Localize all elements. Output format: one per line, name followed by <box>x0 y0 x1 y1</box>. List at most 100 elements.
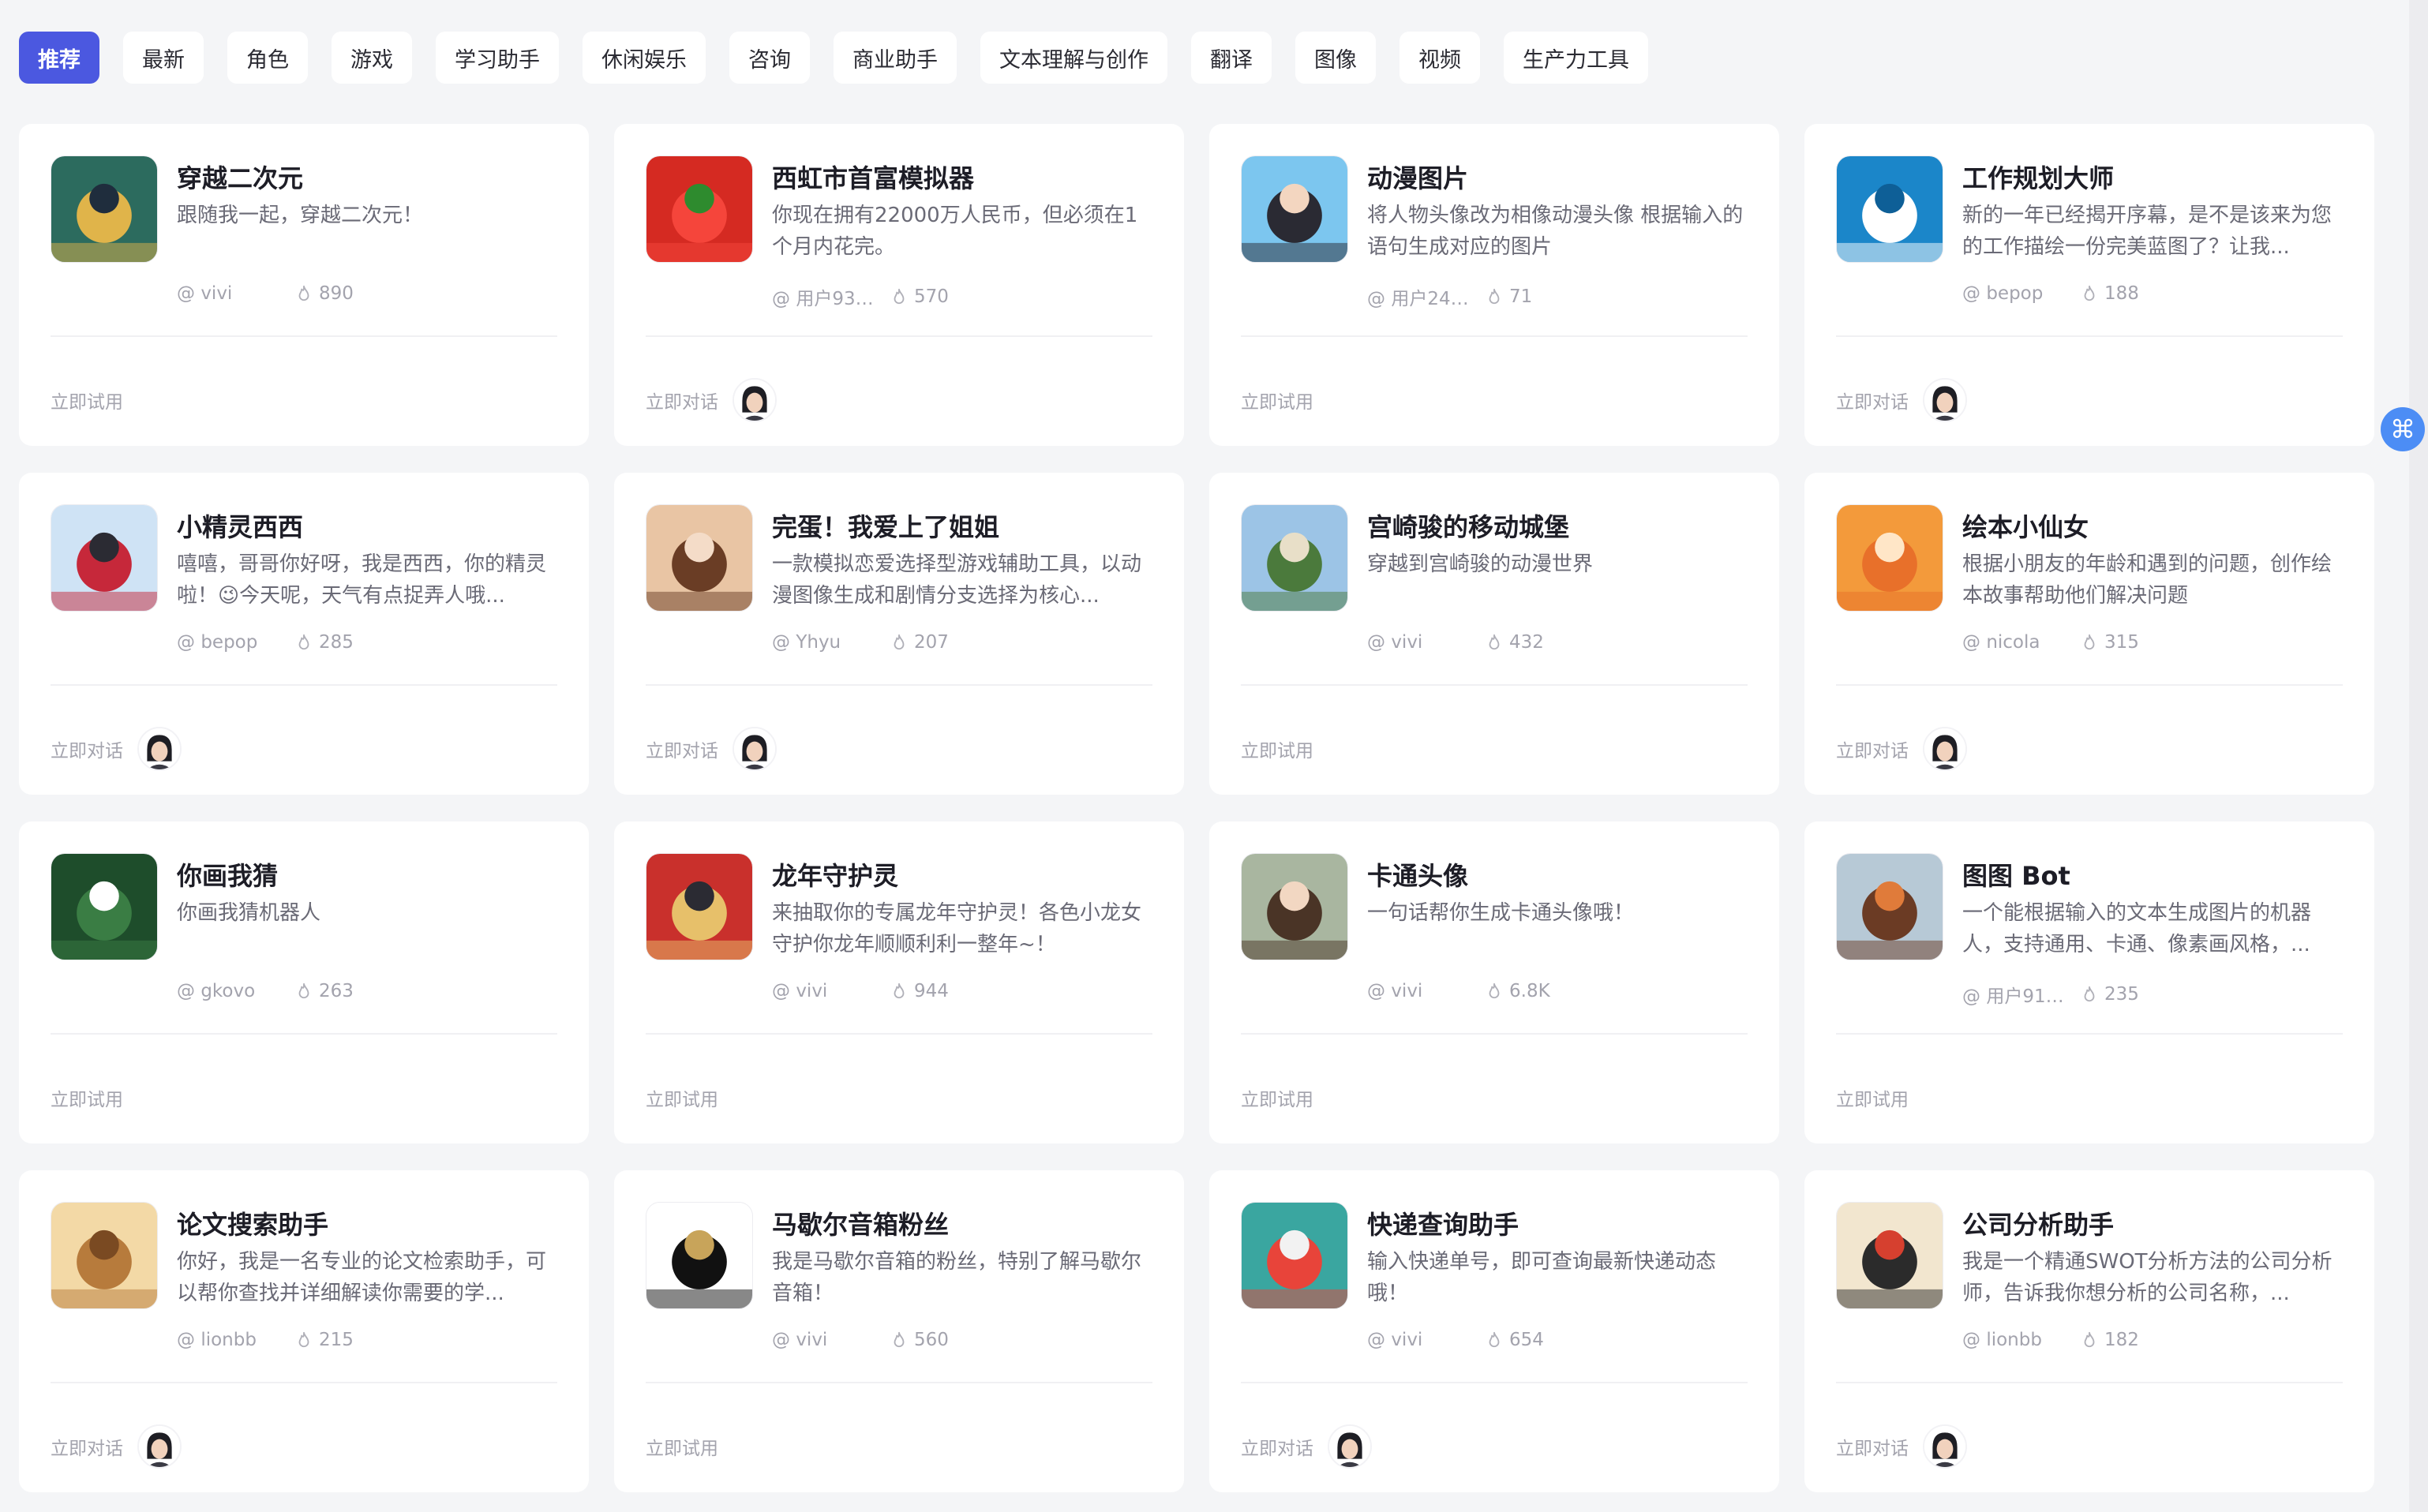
bot-title: 西虹市首富模拟器 <box>772 163 975 193</box>
card-footer: 立即试用 <box>1241 725 1313 773</box>
author-name: vivi <box>1391 632 1423 653</box>
planner-avatar <box>1836 155 1943 263</box>
bot-card[interactable]: 完蛋！我爱上了姐姐 一款模拟恋爱选择型游戏辅助工具，以动漫图像生成和剧情分支选择为… <box>614 473 1184 795</box>
tomato-avatar <box>646 155 753 263</box>
try-button[interactable]: 立即试用 <box>646 1084 718 1111</box>
try-button[interactable]: 立即对话 <box>646 735 718 762</box>
card-divider <box>1241 1033 1748 1035</box>
try-button[interactable]: 立即试用 <box>51 387 123 414</box>
command-shortcut-button[interactable]: ⌘ <box>2381 407 2425 451</box>
tab-5[interactable]: 休闲娱乐 <box>583 32 706 84</box>
bot-title: 小精灵西西 <box>177 512 304 542</box>
bot-description: 根据小朋友的年龄和遇到的问题，创作绘本故事帮助他们解决问题 <box>1962 552 2332 608</box>
try-button[interactable]: 立即对话 <box>1836 387 1909 414</box>
flame-icon <box>1486 982 1509 1000</box>
author-name: nicola <box>1986 632 2040 653</box>
bot-meta: @ lionbb 215 <box>177 1330 354 1350</box>
bot-description: 你现在拥有22000万人民币，但必须在1个月内花完。 <box>772 204 1138 259</box>
bot-card[interactable]: 穿越二次元 跟随我一起，穿越二次元！ @ vivi 890 立即试用 <box>19 124 589 446</box>
tab-10[interactable]: 图像 <box>1295 32 1376 84</box>
try-button[interactable]: 立即对话 <box>646 387 718 414</box>
popularity-count: 235 <box>2104 984 2139 1005</box>
try-button[interactable]: 立即试用 <box>1241 387 1313 414</box>
try-button[interactable]: 立即对话 <box>51 735 123 762</box>
tab-12[interactable]: 生产力工具 <box>1504 32 1648 84</box>
bot-card[interactable]: 动漫图片 将人物头像改为相像动漫头像 根据输入的语句生成对应的图片 @ 用户247.… <box>1209 124 1779 446</box>
card-divider <box>1241 335 1748 337</box>
flame-icon <box>890 982 914 1000</box>
bot-card[interactable]: 宫崎骏的移动城堡 穿越到宫崎骏的动漫世界 @ vivi 432 立即试用 <box>1209 473 1779 795</box>
creator-avatar <box>1923 1424 1967 1469</box>
bot-title: 绘本小仙女 <box>1962 512 2089 542</box>
bot-description: 你画我猜机器人 <box>177 901 321 925</box>
tab-2[interactable]: 角色 <box>227 32 308 84</box>
try-button[interactable]: 立即对话 <box>1836 735 1909 762</box>
author-name: vivi <box>200 283 233 304</box>
bot-card[interactable]: 你画我猜 你画我猜机器人 @ gkovo 263 立即试用 <box>19 821 589 1143</box>
card-footer: 立即试用 <box>1836 1074 1909 1121</box>
bot-card[interactable]: 论文搜索助手 你好，我是一名专业的论文检索助手，可以帮你查找并详细解读你需要的学.… <box>19 1170 589 1492</box>
page-scrollbar[interactable] <box>2409 0 2428 1512</box>
popularity: 182 <box>2081 1330 2139 1350</box>
book-avatar <box>51 1202 158 1309</box>
try-button[interactable]: 立即试用 <box>1836 1084 1909 1111</box>
bot-card[interactable]: 卡通头像一句话帮你生成卡通头像哦！ @ vivi 6.8K 立即试用 <box>1209 821 1779 1143</box>
tab-7[interactable]: 商业助手 <box>834 32 957 84</box>
flame-icon <box>890 1331 914 1349</box>
card-footer: 立即试用 <box>51 1074 123 1121</box>
card-footer: 立即试用 <box>646 1074 718 1121</box>
author-name: bepop <box>1986 283 2044 304</box>
try-button[interactable]: 立即对话 <box>1241 1433 1313 1460</box>
bot-meta: @ 用户247... 71 <box>1367 283 1532 310</box>
popularity-count: 188 <box>2104 283 2139 304</box>
flame-icon <box>2081 634 2104 651</box>
bot-card[interactable]: 马歇尔音箱粉丝 我是马歇尔音箱的粉丝，特别了解马歇尔音箱！ @ vivi 560 立即试… <box>614 1170 1184 1492</box>
bot-card[interactable]: 公司分析助手 我是一个精通SWOT分析方法的公司分析师，告诉我你想分析的公司名称，… <box>1804 1170 2374 1492</box>
bot-description: 我是马歇尔音箱的粉丝，特别了解马歇尔音箱！ <box>772 1250 1142 1305</box>
try-button[interactable]: 立即试用 <box>51 1084 123 1111</box>
popularity: 654 <box>1486 1330 1544 1350</box>
bot-card[interactable]: 快递查询助手 输入快递单号，即可查询最新快递动态哦！ @ vivi 654 立即对话 <box>1209 1170 1779 1492</box>
bot-card[interactable]: 小精灵西西 嘻嘻，哥哥你好呀，我是西西，你的精灵啦！😉今天呢，天气有点捉弄人哦..… <box>19 473 589 795</box>
card-footer: 立即对话 <box>1836 725 1967 773</box>
card-divider <box>1836 1382 2343 1383</box>
bot-title: 卡通头像 <box>1367 861 1469 891</box>
bot-card[interactable]: 图图 Bot 一个能根据输入的文本生成图片的机器人，支持通用、卡通、像素画风格，.… <box>1804 821 2374 1143</box>
bot-description: 输入快递单号，即可查询最新快递动态哦！ <box>1367 1250 1717 1305</box>
bot-meta: @ nicola 315 <box>1962 632 2139 653</box>
popularity: 432 <box>1486 632 1544 653</box>
try-button[interactable]: 立即对话 <box>1836 1433 1909 1460</box>
tab-8[interactable]: 文本理解与创作 <box>980 32 1167 84</box>
card-footer: 立即试用 <box>1241 1074 1313 1121</box>
tab-0[interactable]: 推荐 <box>19 32 99 84</box>
tab-6[interactable]: 咨询 <box>729 32 810 84</box>
author-label: @ 用户247... <box>1367 283 1470 310</box>
tab-4[interactable]: 学习助手 <box>436 32 559 84</box>
try-button[interactable]: 立即试用 <box>1241 735 1313 762</box>
cartoon-girl-avatar <box>1241 853 1348 960</box>
author-name: Yhyu <box>796 632 841 653</box>
tab-3[interactable]: 游戏 <box>332 32 412 84</box>
try-button[interactable]: 立即试用 <box>646 1433 718 1460</box>
flame-icon <box>890 634 914 651</box>
try-button[interactable]: 立即对话 <box>51 1433 123 1460</box>
bot-title: 快递查询助手 <box>1367 1210 1519 1240</box>
bot-card[interactable]: 绘本小仙女根据小朋友的年龄和遇到的问题，创作绘本故事帮助他们解决问题 @ nico… <box>1804 473 2374 795</box>
bot-card[interactable]: 西虹市首富模拟器 你现在拥有22000万人民币，但必须在1个月内花完。 @ 用户93… <box>614 124 1184 446</box>
try-button[interactable]: 立即试用 <box>1241 1084 1313 1111</box>
author-label: @ vivi <box>1367 632 1423 653</box>
popularity-count: 432 <box>1509 632 1544 653</box>
bot-card[interactable]: 工作规划大师 新的一年已经揭开序幕，是不是该来为您的工作描绘一份完美蓝图了？让我.… <box>1804 124 2374 446</box>
flame-icon <box>295 634 319 651</box>
bot-description: 一句话帮你生成卡通头像哦！ <box>1367 901 1635 925</box>
tab-1[interactable]: 最新 <box>123 32 204 84</box>
bot-card[interactable]: 龙年守护灵 来抽取你的专属龙年守护灵！各色小龙女守护你龙年顺顺利利一整年~！ @ v… <box>614 821 1184 1143</box>
author-label: @ vivi <box>1367 981 1423 1001</box>
card-footer: 立即对话 <box>1836 376 1967 424</box>
tab-9[interactable]: 翻译 <box>1191 32 1272 84</box>
flame-icon <box>295 285 319 302</box>
popularity-count: 6.8K <box>1509 981 1550 1001</box>
tab-11[interactable]: 视频 <box>1399 32 1480 84</box>
bot-description: 来抽取你的专属龙年守护灵！各色小龙女守护你龙年顺顺利利一整年~！ <box>772 901 1142 956</box>
author-label: @ 用户9121... <box>1962 981 2065 1008</box>
